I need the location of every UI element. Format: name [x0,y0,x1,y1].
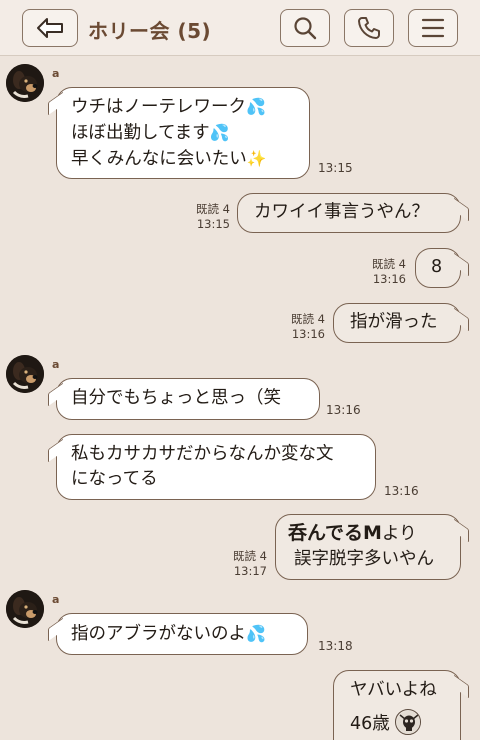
back-button[interactable] [22,9,78,47]
message-text: 指のアブラがないのよ [71,624,246,644]
message-text: 自分でもちょっと思っ（笑 [71,388,281,408]
message-time: 13:15 [318,161,353,175]
read-count: 既読 4 [196,202,230,216]
message-time: 13:16 [384,484,419,498]
message-text: 誤字脱字多いやん [294,549,434,569]
dog-avatar-icon [6,590,44,628]
message-bubble[interactable]: 私もカサカサだからなんか変な文 になってる [56,434,376,500]
message-text: ウチはノーテレワーク [71,97,246,117]
message-time: 13:16 [372,272,406,286]
call-button[interactable] [344,9,394,47]
message-text: 8 [431,257,443,277]
chat-header: ホリー会 (5) [0,0,480,56]
message-time: 13:17 [233,564,267,578]
read-count: 既読 4 [372,257,406,271]
sender-name: a [52,593,60,606]
phone-icon [358,17,380,39]
read-count: 既読 4 [291,312,325,326]
menu-icon [421,18,445,38]
read-count: 既読 4 [233,549,267,563]
avatar[interactable] [6,64,44,102]
skull-emoji [395,709,422,735]
message-time: 13:16 [291,327,325,341]
message-bubble[interactable]: 指のアブラがないのよ💦 [56,613,308,655]
message-time: 13:18 [318,639,353,653]
back-arrow-icon [37,18,63,38]
sweat-drops-emoji: 💦 [209,123,230,142]
message-bubble[interactable]: 8 [415,248,461,288]
menu-button[interactable] [408,9,458,47]
message-text: 46歳 [350,714,390,734]
message-bubble[interactable]: カワイイ事言うやん？ [237,193,461,233]
avatar[interactable] [6,355,44,393]
message-text: 早くみんなに会いたい [71,149,247,169]
read-receipt: 既読 4 13:16 [275,312,325,342]
message-time: 13:15 [196,217,230,231]
sender-name: a [52,358,60,371]
message-text: ヤバいよね [350,680,437,700]
dog-avatar-icon [6,355,44,393]
avatar[interactable] [6,590,44,628]
read-receipt: 既読 4 13:16 [356,257,406,287]
sparkles-emoji: ✨ [246,149,267,168]
message-bubble[interactable]: 自分でもちょっと思っ（笑 [56,378,320,420]
message-text: 私もカサカサだからなんか変な文 [71,444,334,464]
message-text: より [381,524,417,544]
message-text: カワイイ事言うやん？ [254,202,429,222]
chat-title: ホリー会 (5) [88,19,212,43]
message-time: 13:16 [326,403,361,417]
read-receipt: 既読 4 13:17 [217,549,267,579]
message-text: ほぼ出勤してます [71,123,210,143]
message-text: 指が滑った [350,312,438,332]
message-bubble[interactable]: ウチはノーテレワーク💦 ほぼ出勤してます💦 早くみんなに会いたい✨ [56,87,310,179]
message-text: になってる [71,469,158,489]
read-receipt: 既読 4 13:15 [180,202,230,232]
search-icon [294,17,317,40]
sweat-drops-emoji: 💦 [246,97,266,116]
sweat-drops-emoji: 💦 [246,624,266,643]
message-bubble[interactable]: 指が滑った [333,303,461,343]
message-bubble[interactable]: ヤバいよね 46歳 [333,670,461,740]
message-text-bold: 呑んでるM [288,522,382,544]
search-button[interactable] [280,9,330,47]
dog-avatar-icon [6,64,44,102]
sender-name: a [52,67,60,80]
message-bubble[interactable]: 呑んでるMより 誤字脱字多いやん [275,514,461,580]
